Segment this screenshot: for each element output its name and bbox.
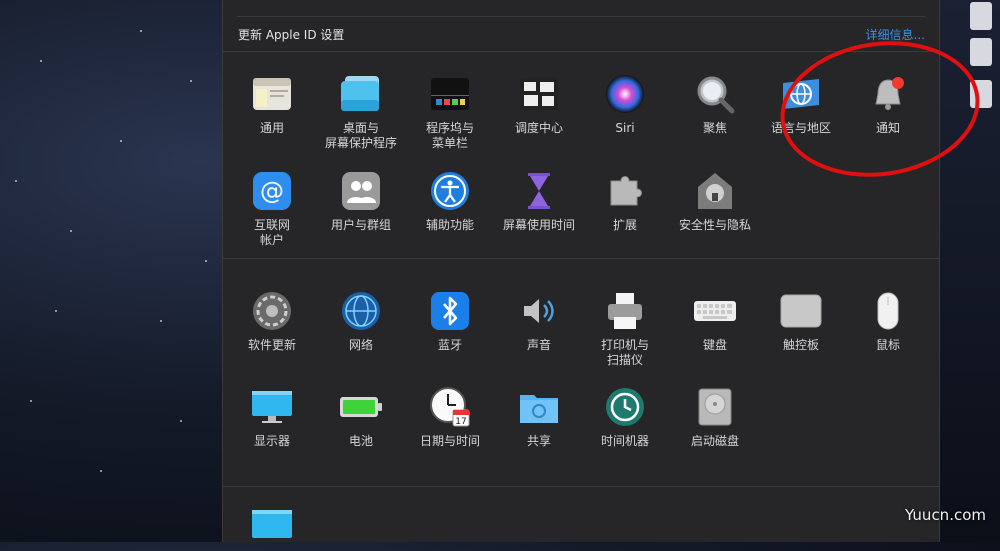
pref-pane-dock[interactable]: 程序坞与 菜单栏 <box>405 72 495 151</box>
pref-pane-label: 共享 <box>526 434 551 448</box>
sound-icon <box>517 289 561 333</box>
pref-pane-label: 网络 <box>348 338 373 352</box>
bluetooth-icon <box>428 289 472 333</box>
startup-disk-icon <box>693 385 737 429</box>
displays-icon <box>250 385 294 429</box>
desktop-screensaver-icon <box>339 72 383 116</box>
pref-pane-label: 日期与时间 <box>419 434 480 448</box>
pref-pane-software-update[interactable]: 软件更新 <box>227 289 317 353</box>
apple-id-update-text: 更新 Apple ID 设置 <box>238 28 345 42</box>
dock-icon <box>428 72 472 116</box>
desktop-file-icon[interactable] <box>970 38 992 66</box>
pref-pane-label: 声音 <box>526 338 551 352</box>
pref-pane-label: 语言与地区 <box>770 121 831 135</box>
pref-pane-label: 键盘 <box>702 338 727 352</box>
keyboard-icon <box>693 289 737 333</box>
internet-accounts-icon: @ <box>250 169 294 213</box>
desktop-file-icon[interactable] <box>970 2 992 30</box>
pref-pane-sharing[interactable]: 共享 <box>494 385 584 449</box>
pref-pane-language-region[interactable]: 语言与地区 <box>756 72 846 136</box>
printers-scanners-icon <box>603 289 647 333</box>
pref-pane-label: 桌面与 屏幕保护程序 <box>324 121 397 150</box>
pref-pane-displays[interactable]: 显示器 <box>227 385 317 449</box>
spotlight-icon <box>693 72 737 116</box>
pref-pane-bluetooth[interactable]: 蓝牙 <box>405 289 495 353</box>
pref-pane-label: 蓝牙 <box>437 338 462 352</box>
pref-pane-sound[interactable]: 声音 <box>494 289 584 353</box>
mission-control-icon <box>517 72 561 116</box>
pref-pane-label: 通用 <box>259 121 284 135</box>
sharing-icon <box>517 385 561 429</box>
pref-pane-display-extra[interactable] <box>227 502 317 551</box>
pref-pane-mission-control[interactable]: 调度中心 <box>494 72 584 136</box>
pref-pane-label: 辅助功能 <box>425 218 474 232</box>
pref-pane-label: 电池 <box>348 434 373 448</box>
pref-pane-label: 触控板 <box>782 338 819 352</box>
pref-pane-label: 扩展 <box>612 218 637 232</box>
pref-pane-trackpad[interactable]: 触控板 <box>756 289 846 353</box>
desktop-right-edge <box>938 0 1000 542</box>
pref-pane-battery[interactable]: 电池 <box>316 385 406 449</box>
pref-pane-users-groups[interactable]: 用户与群组 <box>316 169 406 233</box>
system-preferences-window: 更新 Apple ID 设置 详细信息... 通用 桌面与 屏幕保护程序 程序坞与 … <box>222 0 940 542</box>
time-machine-icon <box>603 385 647 429</box>
pref-pane-extensions[interactable]: 扩展 <box>580 169 670 233</box>
date-time-icon: 17 <box>428 385 472 429</box>
language-region-icon <box>779 72 823 116</box>
pref-pane-label: 通知 <box>875 121 900 135</box>
pref-pane-notifications[interactable]: 通知 <box>843 72 933 136</box>
trackpad-icon <box>779 289 823 333</box>
notifications-icon <box>866 72 910 116</box>
pref-pane-mouse[interactable]: 鼠标 <box>843 289 933 353</box>
pref-pane-label: 鼠标 <box>875 338 900 352</box>
pref-pane-label: Siri <box>615 121 635 135</box>
pref-pane-desktop-screensaver[interactable]: 桌面与 屏幕保护程序 <box>316 72 406 151</box>
svg-text:@: @ <box>260 177 284 205</box>
pref-pane-general[interactable]: 通用 <box>227 72 317 136</box>
pref-pane-date-time[interactable]: 17 日期与时间 <box>405 385 495 449</box>
general-icon <box>250 72 294 116</box>
pref-pane-internet-accounts[interactable]: @ 互联网 帐户 <box>227 169 317 248</box>
screen-time-icon <box>517 169 561 213</box>
pref-pane-label: 打印机与 扫描仪 <box>600 338 649 367</box>
desktop-file-icon[interactable] <box>970 80 992 108</box>
pref-pane-screen-time[interactable]: 屏幕使用时间 <box>494 169 584 233</box>
pref-pane-label: 程序坞与 菜单栏 <box>425 121 474 150</box>
security-privacy-icon <box>693 169 737 213</box>
siri-icon <box>603 72 647 116</box>
display-extra-icon <box>250 502 294 546</box>
section-divider <box>223 258 939 259</box>
pref-pane-spotlight[interactable]: 聚焦 <box>670 72 760 136</box>
section-divider <box>223 486 939 487</box>
pref-pane-label: 软件更新 <box>247 338 296 352</box>
pref-pane-label: 用户与群组 <box>330 218 391 232</box>
pref-pane-network[interactable]: 网络 <box>316 289 406 353</box>
pref-pane-label: 屏幕使用时间 <box>502 218 575 232</box>
pref-pane-label: 安全性与隐私 <box>678 218 751 232</box>
apple-id-banner[interactable]: 更新 Apple ID 设置 详细信息... <box>223 17 939 52</box>
accessibility-icon <box>428 169 472 213</box>
mouse-icon <box>866 289 910 333</box>
calendar-day: 17 <box>455 417 466 427</box>
pref-pane-label: 启动磁盘 <box>690 434 739 448</box>
network-icon <box>339 289 383 333</box>
battery-icon <box>339 385 383 429</box>
pref-pane-label: 聚焦 <box>702 121 727 135</box>
pref-pane-printers-scanners[interactable]: 打印机与 扫描仪 <box>580 289 670 368</box>
pref-pane-startup-disk[interactable]: 启动磁盘 <box>670 385 760 449</box>
pref-pane-time-machine[interactable]: 时间机器 <box>580 385 670 449</box>
pref-pane-accessibility[interactable]: 辅助功能 <box>405 169 495 233</box>
users-groups-icon <box>339 169 383 213</box>
software-update-icon <box>250 289 294 333</box>
details-link[interactable]: 详细信息... <box>866 26 925 43</box>
pref-pane-security-privacy[interactable]: 安全性与隐私 <box>670 169 760 233</box>
watermark: Yuucn.com <box>904 506 986 524</box>
pref-pane-siri[interactable]: Siri <box>580 72 670 136</box>
pref-pane-label: 调度中心 <box>514 121 563 135</box>
pref-pane-label: 显示器 <box>253 434 290 448</box>
pref-pane-label: 互联网 帐户 <box>253 218 290 247</box>
extensions-icon <box>603 169 647 213</box>
pref-pane-label: 时间机器 <box>600 434 649 448</box>
pref-pane-keyboard[interactable]: 键盘 <box>670 289 760 353</box>
